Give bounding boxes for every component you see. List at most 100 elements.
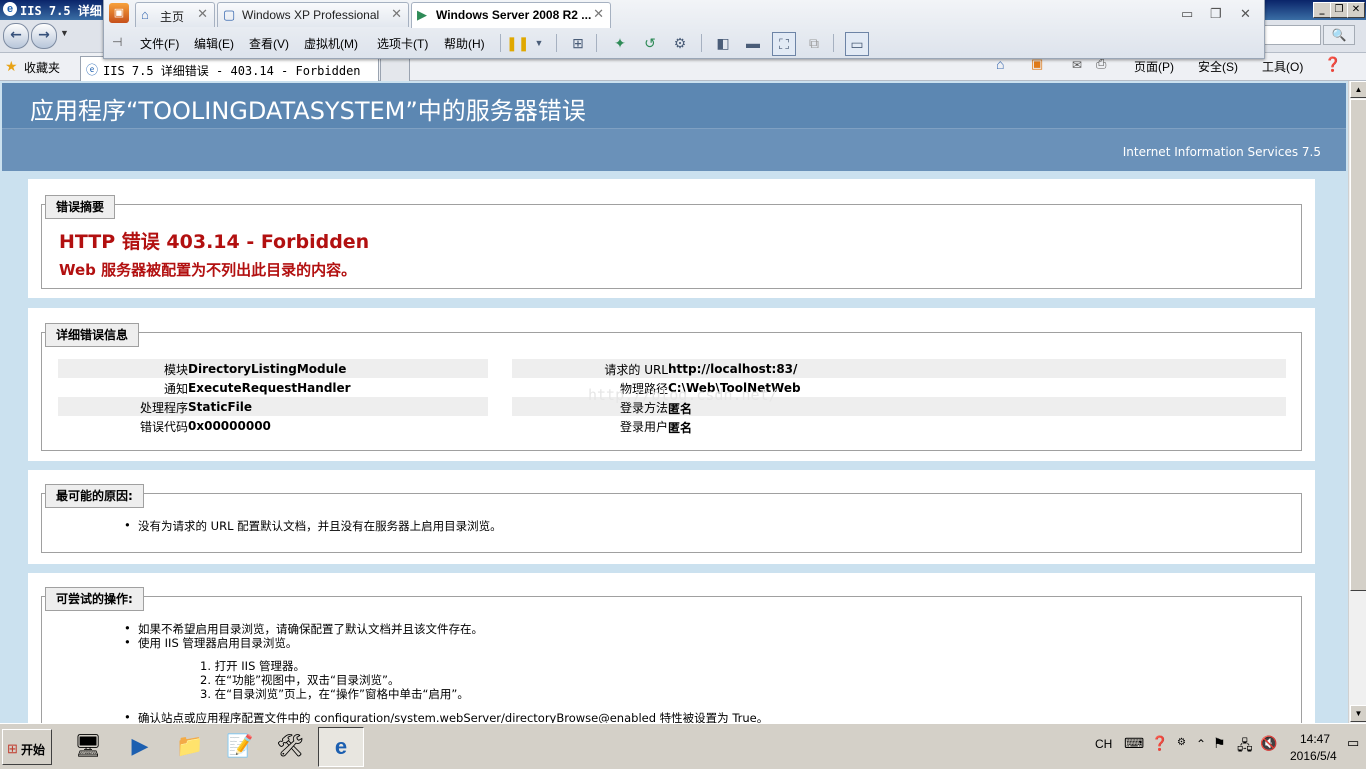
keyboard-icon[interactable]: ⌨ — [1124, 735, 1144, 752]
vm-tab-label: Windows Server 2008 R2 ... — [436, 8, 592, 22]
back-icon[interactable]: ← — [3, 23, 29, 49]
scroll-down-icon[interactable]: ▼ — [1350, 705, 1366, 722]
list-item: 没有为请求的 URL 配置默认文档，并且没有在服务器上启用目录浏览。 — [124, 518, 502, 534]
explorer-folder-icon[interactable]: 📁 — [168, 727, 212, 765]
pin-icon[interactable]: ⊣ — [112, 35, 122, 49]
web-page: 应用程序“TOOLINGDATASYSTEM”中的服务器错误 Internet … — [0, 81, 1348, 723]
ime-options-icon[interactable]: ⚙ — [1177, 737, 1186, 748]
favorites-button[interactable]: 收藏夹 — [24, 59, 60, 76]
start-button[interactable]: ⊞ 开始 — [2, 729, 52, 765]
vm-minimize-icon[interactable]: ▭ — [1181, 6, 1193, 22]
causes-fieldset: 最可能的原因: 没有为请求的 URL 配置默认文档，并且没有在服务器上启用目录浏… — [41, 484, 1302, 553]
internet-explorer-icon[interactable]: e — [318, 727, 364, 767]
vm-tab-label: Windows XP Professional — [242, 8, 380, 22]
vm-restore-icon[interactable]: ❐ — [1210, 6, 1222, 22]
detail-value: 匿名 — [668, 421, 693, 435]
detail-label: 请求的 URL — [604, 363, 668, 377]
new-tab-button[interactable] — [380, 56, 410, 81]
menu-view[interactable]: 查看(V) — [249, 35, 289, 52]
tools-menu[interactable]: 工具(O) — [1262, 58, 1303, 75]
vm-tab-win2008[interactable]: ▶ Windows Server 2008 R2 ... ✕ — [411, 2, 611, 28]
language-indicator[interactable]: CH — [1095, 737, 1112, 751]
close-tab-icon[interactable]: ✕ — [593, 6, 604, 22]
menu-help[interactable]: 帮助(H) — [444, 35, 485, 52]
browser-tab-active[interactable]: ⓔ IIS 7.5 详细错误 - 403.14 - Forbidden — [80, 56, 379, 81]
console-view-icon[interactable]: ▭ — [845, 32, 869, 56]
actions-legend: 可尝试的操作: — [45, 587, 144, 611]
detail-value: 0x00000000 — [188, 419, 271, 433]
snapshot-icon[interactable]: ✦ — [609, 32, 631, 54]
search-input[interactable] — [1263, 25, 1321, 45]
vmware-toolbar: ▣ ⌂ 主页 ✕ ▢ Windows XP Professional ✕ ▶ W… — [103, 0, 1265, 59]
menu-edit[interactable]: 编辑(E) — [194, 35, 234, 52]
vm-tab-winxp[interactable]: ▢ Windows XP Professional ✕ — [217, 2, 409, 27]
volume-muted-icon[interactable]: 🔇 — [1260, 735, 1277, 752]
clock-time[interactable]: 14:47 — [1300, 732, 1330, 746]
search-icon[interactable]: 🔍 — [1323, 25, 1355, 45]
sidebar-view-icon[interactable]: ◧ — [712, 32, 734, 54]
home-icon: ⌂ — [141, 7, 149, 22]
page-subheader: Internet Information Services 7.5 — [2, 128, 1346, 171]
minimize-icon[interactable]: _ — [1313, 2, 1331, 18]
error-subtitle: Web 服务器被配置为不列出此目录的内容。 — [59, 261, 357, 279]
menu-file[interactable]: 文件(F) — [140, 35, 179, 52]
help-icon[interactable]: ❓ — [1324, 56, 1341, 73]
menu-vm[interactable]: 虚拟机(M) — [304, 35, 358, 52]
snapshot-manager-icon[interactable]: ⚙ — [669, 32, 691, 54]
action-center-flag-icon[interactable]: ⚑ — [1213, 735, 1226, 752]
vmware-menu-bar: ⊣ 文件(F) 编辑(E) 查看(V) 虚拟机(M) 选项卡(T) 帮助(H) … — [104, 30, 1264, 58]
iis-manager-icon[interactable]: 🛠 — [268, 727, 312, 765]
show-desktop-icon[interactable]: ▭ — [1347, 735, 1359, 751]
menu-tabs[interactable]: 选项卡(T) — [377, 35, 428, 52]
history-dropdown-icon[interactable]: ▼ — [60, 28, 69, 38]
vm-tab-home[interactable]: ⌂ 主页 ✕ — [135, 2, 215, 27]
causes-section: 最可能的原因: 没有为请求的 URL 配置默认文档，并且没有在服务器上启用目录浏… — [28, 470, 1315, 564]
summary-section: 错误摘要 HTTP 错误 403.14 - Forbidden Web 服务器被… — [28, 179, 1315, 298]
scroll-thumb[interactable] — [1350, 99, 1366, 591]
pause-icon[interactable]: ❚❚ — [506, 32, 529, 54]
page-scrollbar[interactable]: ▲ ▼ — [1348, 81, 1366, 723]
close-tab-icon[interactable]: ✕ — [391, 6, 402, 22]
powershell-icon[interactable]: ▶ — [118, 727, 162, 765]
network-icon[interactable]: 🖧 — [1237, 735, 1253, 759]
clock-date[interactable]: 2016/5/4 — [1290, 749, 1337, 763]
restore-icon[interactable]: ❐ — [1330, 2, 1348, 18]
detail-value: StaticFile — [188, 400, 253, 414]
vm-close-icon[interactable]: ✕ — [1240, 6, 1251, 22]
revert-snapshot-icon[interactable]: ↺ — [639, 32, 661, 54]
mail-icon[interactable]: ✉ — [1072, 58, 1082, 72]
list-item: 使用 IIS 管理器启用目录浏览。 — [124, 635, 297, 651]
thumbnail-view-icon[interactable]: ▬ — [742, 32, 764, 54]
close-tab-icon[interactable]: ✕ — [197, 6, 208, 22]
network-icon[interactable]: ⊞ — [567, 32, 589, 54]
causes-legend: 最可能的原因: — [45, 484, 144, 508]
windows-logo-icon: ⊞ — [7, 741, 18, 756]
help-icon[interactable]: ❓ — [1151, 735, 1168, 752]
server-manager-icon[interactable]: 🖥 — [66, 727, 110, 765]
pause-dropdown-icon[interactable]: ▼ — [528, 32, 550, 54]
security-menu[interactable]: 安全(S) — [1198, 58, 1238, 75]
error-title: HTTP 错误 403.14 - Forbidden — [59, 231, 370, 253]
vmware-logo-icon[interactable]: ▣ — [109, 3, 129, 23]
detail-row: 登录用户 匿名 — [512, 416, 1286, 435]
detail-value: ExecuteRequestHandler — [188, 381, 351, 395]
detail-row: 请求的 URL http://localhost:83/ — [512, 359, 1286, 378]
ie-logo-icon: e — [3, 2, 17, 16]
fullscreen-icon[interactable]: ⛶ — [772, 32, 796, 56]
page-header: 应用程序“TOOLINGDATASYSTEM”中的服务器错误 — [2, 83, 1346, 128]
scroll-up-icon[interactable]: ▲ — [1350, 81, 1366, 98]
favorites-star-icon[interactable]: ★ — [5, 58, 18, 75]
unity-icon[interactable]: ⧉ — [803, 32, 825, 54]
show-hidden-icons[interactable]: ⌃ — [1196, 737, 1206, 751]
details-legend: 详细错误信息 — [45, 323, 140, 347]
notepad-icon[interactable]: 📝 — [218, 727, 262, 765]
close-icon[interactable]: ✕ — [1347, 2, 1365, 18]
browser-tab-title: IIS 7.5 详细错误 - 403.14 - Forbidden — [103, 64, 361, 78]
forward-icon[interactable]: → — [31, 23, 57, 49]
page-title: 应用程序“TOOLINGDATASYSTEM”中的服务器错误 — [30, 97, 586, 125]
page-menu[interactable]: 页面(P) — [1134, 58, 1174, 75]
detail-row: 通知 ExecuteRequestHandler — [58, 378, 488, 397]
list-item: 确认站点或应用程序配置文件中的 configuration/system.web… — [124, 710, 768, 723]
summary-fieldset: 错误摘要 HTTP 错误 403.14 - Forbidden Web 服务器被… — [41, 195, 1302, 289]
detail-label: 登录用户 — [619, 420, 668, 434]
